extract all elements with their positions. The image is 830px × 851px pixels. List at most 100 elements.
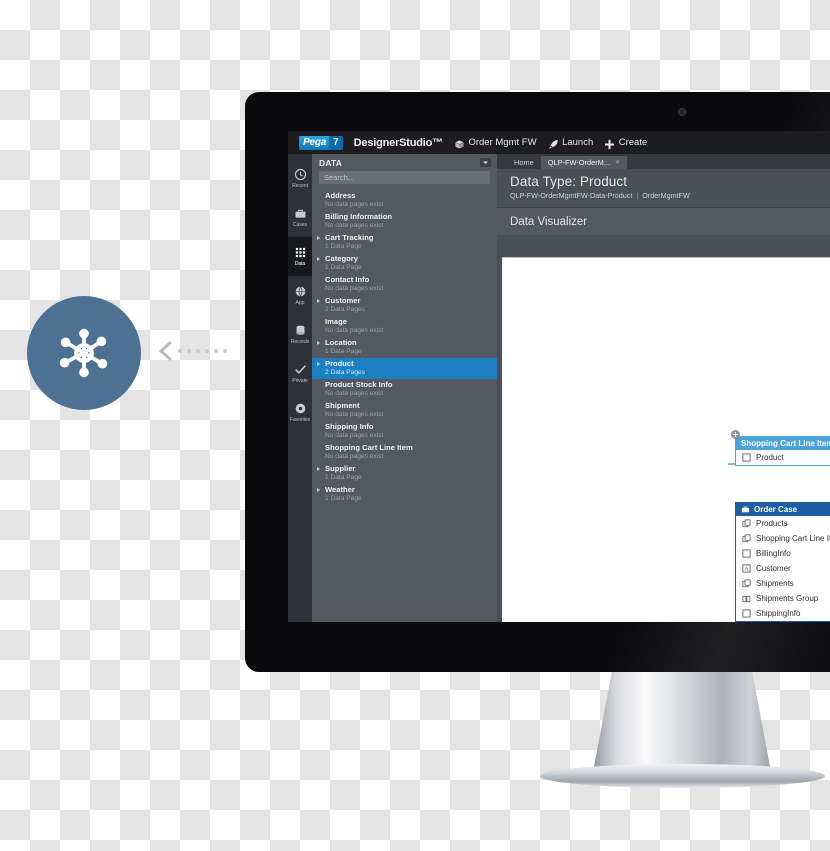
data-type-name: Address (325, 191, 356, 200)
pega-logo[interactable]: Pega 7 (299, 135, 343, 150)
rail-item-records[interactable]: Records (288, 315, 312, 354)
breadcrumb-separator: | (636, 191, 639, 200)
top-navigation-bar: Pega 7 DesignerStudio™ Order Mgmt FW Lau… (288, 131, 830, 154)
monitor-stand-base (540, 764, 825, 788)
breadcrumb-path: QLP-FW-OrderMgmtFW-Data-Product (510, 191, 633, 200)
tab-data-type[interactable]: QLP-FW-OrderM... ✕ (540, 155, 628, 169)
breadcrumb: QLP-FW-OrderMgmtFW-Data-Product | OrderM… (510, 191, 830, 200)
data-type-item[interactable]: Product Stock Info No data pages exist (312, 379, 497, 400)
data-type-item[interactable]: Supplier 1 Data Page (312, 463, 497, 484)
rocket-icon (548, 137, 559, 149)
pagelist-icon (742, 519, 751, 528)
star-icon (294, 402, 307, 415)
rail-item-favorites[interactable]: Favorites (288, 393, 312, 432)
data-type-item[interactable]: Address No data pages exist (312, 190, 497, 211)
rail-item-recent[interactable]: Recent (288, 159, 312, 198)
data-type-item[interactable]: Product 2 Data Pages (312, 358, 497, 379)
node-row-label: Customer (756, 564, 791, 573)
rail-item-private[interactable]: Private (288, 354, 312, 393)
rail-label: Private (292, 378, 308, 384)
data-type-item[interactable]: Shipment No data pages exist (312, 400, 497, 421)
section-title: Data Visualizer (510, 215, 588, 228)
diagram-node-shopping-cart-line-item[interactable]: Shopping Cart Line Item ✕ Product − (731, 430, 830, 466)
tab-label: Home (514, 157, 534, 167)
data-type-name: Cart Tracking (325, 233, 374, 242)
data-type-item[interactable]: Category 1 Data Page (312, 253, 497, 274)
page-header: Data Type: Product QLP-FW-OrderMgmtFW-Da… (497, 169, 830, 207)
chevron-down-icon[interactable] (480, 158, 491, 167)
data-panel-title: DATA (319, 157, 343, 168)
pagelist-icon (742, 579, 751, 588)
rail-label: Data (294, 261, 306, 267)
data-type-item[interactable]: Contact Info No data pages exist (312, 274, 497, 295)
data-type-subtext: 2 Data Pages (325, 306, 365, 313)
data-explorer-panel: DATA Search... Address No data pages exis… (312, 154, 497, 622)
nav-item-create[interactable]: Create (604, 137, 647, 150)
chevron-right-icon[interactable] (317, 488, 320, 492)
data-type-subtext: No data pages exist (325, 327, 384, 334)
data-type-item[interactable]: Shopping Cart Line Item No data pages exi… (312, 442, 497, 463)
data-type-list: Address No data pages exist Billing Inform… (312, 190, 497, 505)
data-type-subtext: No data pages exist (325, 222, 384, 229)
chevron-right-icon[interactable] (317, 299, 320, 303)
database-icon (294, 324, 307, 337)
data-type-item[interactable]: Shipping Info No data pages exist (312, 421, 497, 442)
node-row[interactable]: Shopping Cart Line Items + (736, 531, 830, 546)
rail-item-data[interactable]: Data (288, 237, 312, 276)
node-row[interactable]: ShippingInfo + (736, 606, 830, 621)
rail-item-app[interactable]: App (288, 276, 312, 315)
close-icon[interactable]: ✕ (615, 159, 620, 166)
chevron-right-icon[interactable] (317, 467, 320, 471)
node-header[interactable]: Order Case ✕ (736, 503, 830, 516)
webcam-icon (678, 108, 686, 116)
data-type-subtext: 1 Data Page (325, 495, 362, 502)
pagegroup-icon (742, 594, 751, 603)
pega-logo-text: Pega (299, 135, 330, 150)
node-row-label: ShippingInfo (756, 609, 801, 618)
data-type-item[interactable]: Cart Tracking 1 Data Page (312, 232, 497, 253)
nav-item-launch[interactable]: Launch (548, 137, 593, 149)
data-type-item[interactable]: Image No data pages exist (312, 316, 497, 337)
tab-home[interactable]: Home (507, 156, 541, 170)
data-type-item[interactable]: Billing Information No data pages exist (312, 211, 497, 232)
node-row-label: Shipments Group (756, 594, 819, 603)
node-row[interactable]: A Customer + (736, 561, 830, 576)
monitor-stand-neck (592, 672, 772, 777)
node-row[interactable]: Product − (736, 450, 830, 465)
rail-item-cases[interactable]: Cases (288, 198, 312, 237)
property-icon (742, 609, 751, 618)
node-header[interactable]: Shopping Cart Line Item ✕ (736, 437, 830, 450)
search-placeholder: Search... (324, 173, 355, 182)
globe-icon (294, 285, 307, 298)
briefcase-icon (294, 207, 307, 220)
network-hub-icon (53, 322, 115, 384)
chevron-right-icon[interactable] (317, 362, 320, 366)
chevron-right-icon[interactable] (317, 257, 320, 261)
add-node-icon[interactable] (731, 430, 740, 439)
rail-label: Favorites (289, 417, 311, 423)
node-row-label: Products (756, 519, 788, 528)
data-type-subtext: 1 Data Page (325, 264, 362, 271)
node-row[interactable]: Shipments Group + (736, 591, 830, 606)
data-type-name: Shipping Info (325, 422, 374, 431)
node-title: Order Case (754, 505, 798, 514)
node-row[interactable]: Shipments + (736, 576, 830, 591)
page-title: Data Type: Product (510, 174, 628, 189)
data-type-name: Category (325, 254, 358, 263)
node-row[interactable]: BillingInfo + (736, 546, 830, 561)
data-type-item[interactable]: Weather 1 Data Page (312, 484, 497, 505)
data-visualizer-canvas[interactable]: Shopping Cart Line Item ✕ Product − (502, 257, 830, 622)
search-input[interactable]: Search... (319, 171, 490, 184)
chevron-right-icon[interactable] (317, 341, 320, 345)
node-row[interactable]: Products − (736, 516, 830, 531)
section-header: Data Visualizer (497, 207, 830, 235)
data-type-name: Supplier (325, 464, 356, 473)
diagram-node-order-case[interactable]: Order Case ✕ Products − Shopping Cart Li… (735, 502, 830, 622)
chevron-right-icon[interactable] (317, 236, 320, 240)
data-type-item[interactable]: Location 1 Data Page (312, 337, 497, 358)
node-row-label: BillingInfo (756, 549, 791, 558)
data-type-item[interactable]: Customer 2 Data Pages (312, 295, 497, 316)
nav-item-order-mgmt-fw[interactable]: Order Mgmt FW (454, 137, 537, 149)
data-panel-header: DATA (312, 154, 497, 171)
node-row-label: Shopping Cart Line Items (756, 534, 830, 543)
